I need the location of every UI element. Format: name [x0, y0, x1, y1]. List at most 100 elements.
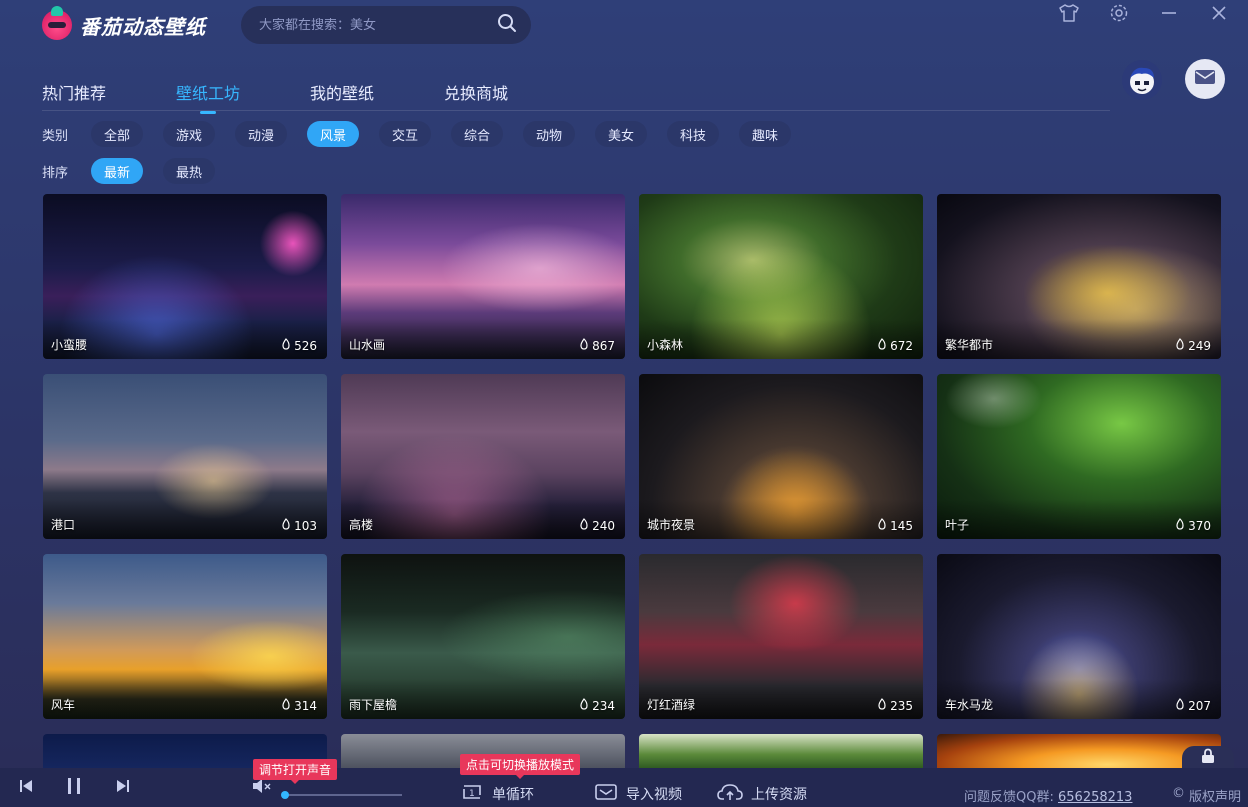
tab-hot[interactable]: 热门推荐	[42, 80, 106, 114]
category-interactive[interactable]: 交互	[379, 121, 431, 147]
wallpaper-card[interactable]: 雨下屋檐 234	[341, 554, 625, 719]
wallpaper-card[interactable]: 高楼 240	[341, 374, 625, 539]
wallpaper-card-partial[interactable]	[639, 734, 923, 768]
pause-icon	[66, 777, 82, 799]
category-game[interactable]: 游戏	[163, 121, 215, 147]
wallpaper-card[interactable]: 车水马龙 207	[937, 554, 1221, 719]
sort-newest[interactable]: 最新	[91, 158, 143, 184]
flame-icon	[579, 698, 589, 713]
wallpaper-likes-count: 672	[890, 338, 913, 353]
wallpaper-card[interactable]: 叶子 370	[937, 374, 1221, 539]
category-all[interactable]: 全部	[91, 121, 143, 147]
wallpaper-card[interactable]: 港口 103	[43, 374, 327, 539]
main-nav: 热门推荐 壁纸工坊 我的壁纸 兑换商城	[42, 80, 508, 114]
app-name: 番茄动态壁纸	[80, 14, 206, 39]
wallpaper-likes: 240	[579, 518, 615, 533]
wallpaper-title: 灯红酒绿	[647, 698, 696, 712]
wallpaper-title: 小森林	[647, 338, 684, 352]
settings-gear-icon[interactable]	[1108, 2, 1130, 24]
wallpaper-title: 山水画	[349, 338, 386, 352]
import-icon	[594, 783, 618, 805]
search-input[interactable]	[259, 17, 497, 33]
cloud-upload-icon	[717, 783, 743, 805]
wallpaper-likes: 370	[1175, 518, 1211, 533]
search-icon[interactable]	[497, 13, 517, 37]
next-button[interactable]	[115, 768, 131, 807]
tab-workshop[interactable]: 壁纸工坊	[176, 80, 240, 114]
upload-resource-button[interactable]: 上传资源	[717, 774, 807, 807]
next-icon	[115, 778, 131, 798]
skin-tshirt-icon[interactable]	[1058, 2, 1080, 24]
wallpaper-likes: 672	[877, 338, 913, 353]
mail-button[interactable]	[1185, 59, 1225, 99]
close-icon[interactable]	[1208, 2, 1230, 24]
pause-button[interactable]	[66, 768, 82, 807]
wallpaper-card[interactable]: 小蛮腰 526	[43, 194, 327, 359]
user-avatar[interactable]	[1122, 60, 1162, 100]
wallpaper-likes: 207	[1175, 698, 1211, 713]
category-scenery[interactable]: 风景	[307, 121, 359, 147]
wallpaper-title: 风车	[51, 698, 76, 712]
nav-divider	[42, 110, 1110, 111]
wallpaper-card[interactable]: 风车 314	[43, 554, 327, 719]
volume-tooltip: 调节打开声音	[253, 759, 338, 784]
mail-icon	[1194, 69, 1216, 89]
wallpaper-likes-count: 234	[592, 698, 615, 713]
flame-icon	[877, 518, 887, 533]
sort-hottest[interactable]: 最热	[163, 158, 215, 184]
wallpaper-likes-count: 526	[294, 338, 317, 353]
wallpaper-grid-next-row	[43, 734, 1221, 768]
flame-icon	[281, 338, 291, 353]
category-general[interactable]: 综合	[451, 121, 503, 147]
import-video-button[interactable]: 导入视频	[594, 774, 682, 807]
wallpaper-title: 城市夜景	[647, 518, 696, 532]
search-box[interactable]	[241, 6, 531, 44]
wallpaper-card[interactable]: 城市夜景 145	[639, 374, 923, 539]
wallpaper-card[interactable]: 山水画 867	[341, 194, 625, 359]
minimize-icon[interactable]	[1158, 2, 1180, 24]
wallpaper-likes-count: 235	[890, 698, 913, 713]
play-mode-tooltip: 点击可切换播放模式	[460, 754, 581, 779]
tab-store[interactable]: 兑换商城	[444, 80, 508, 114]
upload-resource-label: 上传资源	[751, 786, 807, 803]
category-filter: 类别 全部 游戏 动漫 风景 交互 综合 动物 美女 科技 趣味	[42, 121, 811, 147]
tomato-logo-icon	[42, 6, 72, 40]
category-tech[interactable]: 科技	[667, 121, 719, 147]
wallpaper-likes: 235	[877, 698, 913, 713]
volume-slider[interactable]	[284, 794, 402, 796]
wallpaper-card[interactable]: 灯红酒绿 235	[639, 554, 923, 719]
play-mode-label: 单循环	[492, 786, 534, 803]
wallpaper-title: 繁华都市	[945, 338, 994, 352]
flame-icon	[579, 518, 589, 533]
wallpaper-title: 雨下屋檐	[349, 698, 398, 712]
wallpaper-title: 港口	[51, 518, 76, 532]
wallpaper-card-partial[interactable]	[937, 734, 1221, 768]
sort-label: 排序	[42, 165, 69, 181]
loop-single-icon: 1	[460, 783, 484, 805]
wallpaper-likes: 234	[579, 698, 615, 713]
sort-filter: 排序 最新 最热	[42, 158, 235, 184]
category-animal[interactable]: 动物	[523, 121, 575, 147]
wallpaper-likes-count: 145	[890, 518, 913, 533]
category-beauty[interactable]: 美女	[595, 121, 647, 147]
copyright-link[interactable]: © 版权声明	[1172, 786, 1241, 805]
wallpaper-card[interactable]: 小森林 672	[639, 194, 923, 359]
category-fun[interactable]: 趣味	[739, 121, 791, 147]
import-video-label: 导入视频	[626, 786, 682, 803]
category-anime[interactable]: 动漫	[235, 121, 287, 147]
previous-button[interactable]	[18, 768, 34, 807]
speaker-muted-icon	[252, 778, 274, 798]
window-controls	[1058, 2, 1230, 24]
wallpaper-likes: 526	[281, 338, 317, 353]
volume-slider-knob[interactable]	[281, 791, 289, 799]
lock-button[interactable]	[1182, 746, 1234, 770]
wallpaper-title: 高楼	[349, 518, 374, 532]
tab-my-wallpapers[interactable]: 我的壁纸	[310, 80, 374, 114]
wallpaper-title: 叶子	[945, 518, 970, 532]
flame-icon	[1175, 518, 1185, 533]
copyright-label: 版权声明	[1189, 790, 1242, 805]
wallpaper-likes: 103	[281, 518, 317, 533]
qq-group-link[interactable]: 656258213	[1058, 790, 1132, 805]
previous-icon	[18, 778, 34, 798]
wallpaper-card[interactable]: 繁华都市 249	[937, 194, 1221, 359]
